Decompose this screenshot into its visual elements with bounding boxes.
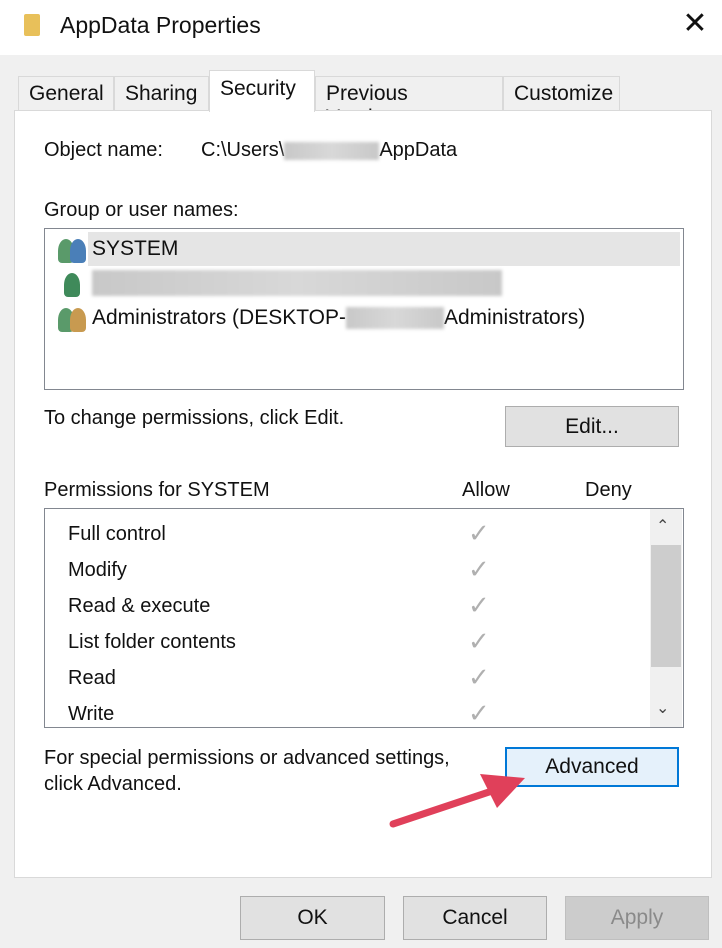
permission-read-execute: Read & execute <box>68 595 211 617</box>
check-icon: ✓ <box>468 518 490 548</box>
scroll-down-icon[interactable]: ⌄ <box>656 698 669 718</box>
tab-sharing[interactable]: Sharing <box>114 76 209 112</box>
group-label: Group or user names: <box>44 199 239 221</box>
group-users-icon <box>56 235 88 263</box>
advanced-text: For special permissions or advanced sett… <box>44 747 450 769</box>
edit-button[interactable]: Edit... <box>505 406 679 447</box>
permission-list-folder: List folder contents <box>68 631 236 653</box>
scroll-up-icon[interactable]: ⌃ <box>656 516 669 536</box>
permission-full-control: Full control <box>68 523 166 545</box>
group-users-icon <box>56 304 88 332</box>
close-icon[interactable]: ✕ <box>680 6 710 41</box>
check-icon: ✓ <box>468 662 490 692</box>
check-icon: ✓ <box>468 554 490 584</box>
check-icon: ✓ <box>468 626 490 656</box>
object-name-label: Object name: <box>44 139 163 161</box>
redacted-text <box>284 141 380 160</box>
ok-button[interactable]: OK <box>240 896 385 940</box>
tab-previous-versions[interactable]: Previous Versions <box>315 76 503 129</box>
tab-security[interactable]: Security <box>209 70 315 112</box>
allow-header: Allow <box>462 479 510 501</box>
tab-customize[interactable]: Customize <box>503 76 620 112</box>
scrollbar-thumb[interactable] <box>651 545 681 667</box>
change-permissions-text: To change permissions, click Edit. <box>44 407 345 429</box>
user-row-redacted[interactable] <box>56 267 502 299</box>
user-name: SYSTEM <box>92 237 179 260</box>
permission-modify: Modify <box>68 559 127 581</box>
arrow-annotation <box>389 774 525 828</box>
user-row-administrators[interactable]: Administrators (DESKTOP- Administrators) <box>56 302 585 334</box>
window-title: AppData Properties <box>60 12 261 38</box>
check-icon: ✓ <box>468 698 490 726</box>
user-icon <box>56 269 88 297</box>
user-row-system[interactable]: SYSTEM <box>56 233 178 265</box>
object-path-suffix: AppData <box>379 139 458 161</box>
redacted-text <box>92 270 502 296</box>
permissions-label: Permissions for SYSTEM <box>44 479 270 501</box>
cancel-button[interactable]: Cancel <box>403 896 547 940</box>
check-icon: ✓ <box>468 590 490 620</box>
advanced-text-2: click Advanced. <box>44 773 182 795</box>
permission-read: Read <box>68 667 116 689</box>
tab-general[interactable]: General <box>18 76 114 112</box>
user-name: Administrators (DESKTOP- Administrators) <box>92 306 586 330</box>
deny-header: Deny <box>585 479 632 501</box>
object-path-prefix: C:\Users\ <box>201 139 285 161</box>
apply-button[interactable]: Apply <box>565 896 709 940</box>
object-name-value: C:\Users\ AppData <box>201 139 457 162</box>
permission-write: Write <box>68 703 115 725</box>
folder-icon <box>24 14 40 36</box>
